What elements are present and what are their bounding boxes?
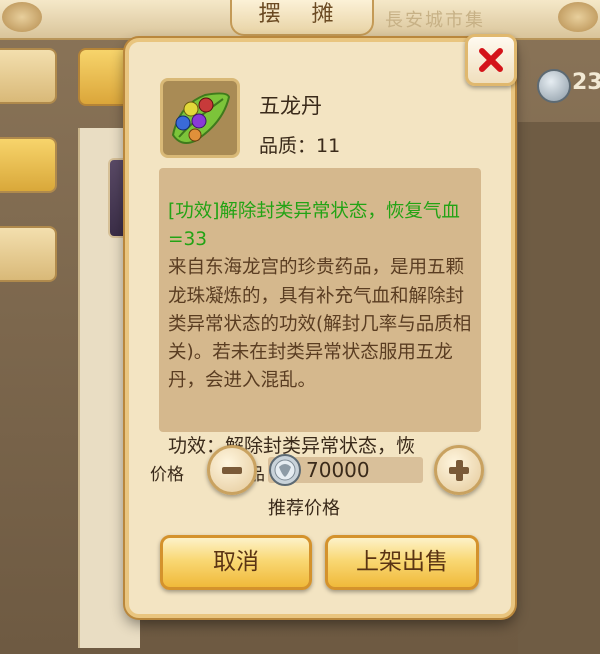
price-value: 70000 (306, 458, 370, 482)
item-description: [功效]解除封类异常状态，恢复气血=33 来自东海龙宫的珍贵药品，是用五颗龙珠凝… (159, 168, 481, 432)
five-dragon-pill-icon (165, 83, 235, 153)
item-lore-text: 来自东海龙宫的珍贵药品，是用五颗龙珠凝炼的，具有补充气血和解除封类异常状态的功效… (168, 257, 472, 392)
silver-coin-icon (269, 454, 301, 486)
recommend-price-link[interactable]: 推荐价格 (268, 494, 340, 520)
close-x-icon (479, 48, 503, 72)
header-scroll-text: 長安城市集 (385, 10, 485, 31)
item-quality: 品质：11 (259, 135, 341, 157)
list-for-sale-button[interactable]: 上架出售 (325, 535, 479, 590)
header-ornament-right (558, 2, 598, 32)
currency-amount: 23 (572, 70, 600, 95)
close-button[interactable] (465, 34, 517, 86)
header-ornament-left (2, 2, 42, 32)
side-tab-1[interactable] (0, 48, 57, 104)
minus-icon (222, 467, 242, 474)
item-icon-frame[interactable] (160, 78, 240, 158)
side-tab-3[interactable] (0, 226, 57, 282)
item-name: 五龙丹 (259, 94, 322, 118)
side-tab-2[interactable] (0, 137, 57, 193)
silver-coin-icon (537, 69, 571, 103)
item-effect-text: [功效]解除封类异常状态，恢复气血=33 (168, 201, 460, 251)
background-right-area (518, 122, 600, 654)
page-title: 摆 摊 (230, 0, 374, 36)
increase-price-button[interactable] (434, 445, 484, 495)
decrease-price-button[interactable] (207, 445, 257, 495)
cancel-button[interactable]: 取消 (160, 535, 312, 590)
